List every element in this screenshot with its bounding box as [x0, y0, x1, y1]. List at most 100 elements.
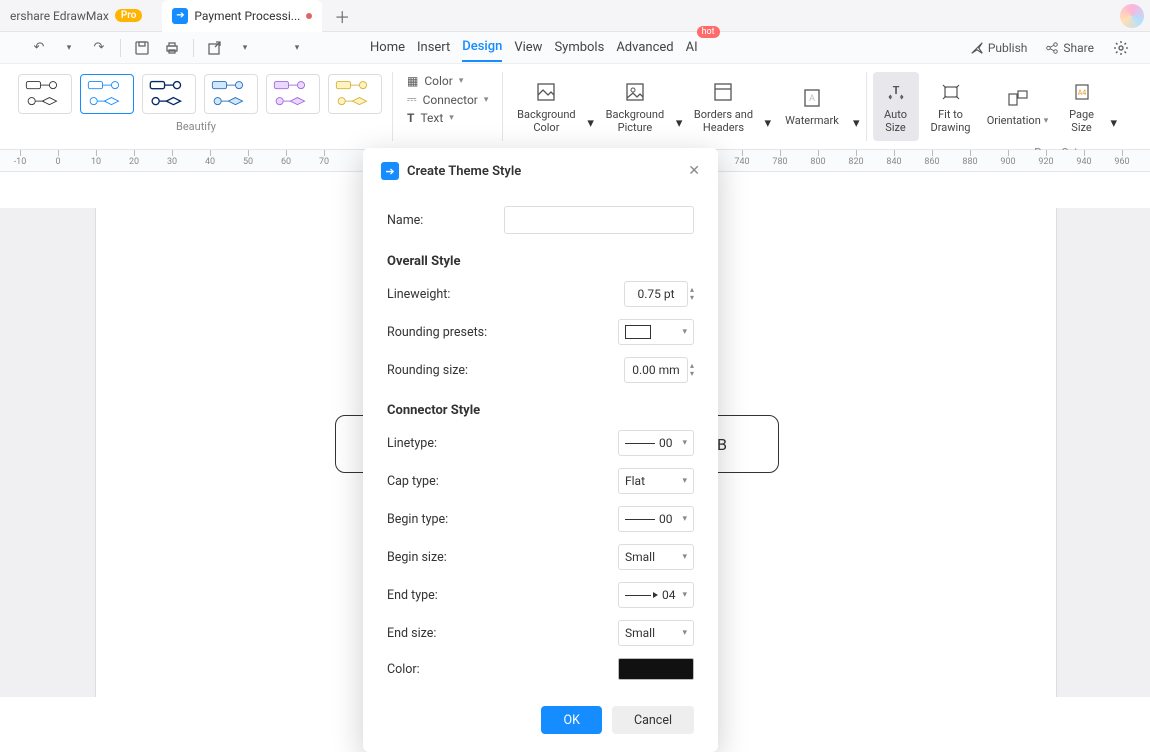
app-title-text: ershare EdrawMax	[10, 9, 109, 23]
undo-icon[interactable]: ↶	[30, 39, 48, 57]
document-tab[interactable]: Payment Processi...	[162, 0, 322, 32]
background-color-button[interactable]: Background Color	[509, 72, 583, 141]
menu-design[interactable]: Design	[462, 33, 502, 62]
cancel-button[interactable]: Cancel	[612, 706, 694, 734]
text-dropdown[interactable]: TText▾	[407, 111, 488, 125]
end-type-row: End type: 04 ▾	[387, 582, 694, 608]
connector-style-heading: Connector Style	[387, 403, 694, 418]
begin-size-select[interactable]: Small ▾	[618, 544, 694, 570]
bg-picture-label: Background Picture	[600, 108, 670, 134]
watermark-label: Watermark	[785, 114, 839, 127]
menu-ai[interactable]: AI hot	[686, 34, 698, 61]
overall-style-heading: Overall Style	[387, 254, 694, 269]
ruler-tick: 40	[195, 150, 225, 167]
line-preview-icon	[625, 519, 655, 520]
undo-more-icon[interactable]: ▾	[60, 39, 78, 57]
end-size-select[interactable]: Small ▾	[618, 620, 694, 646]
menu-advanced[interactable]: Advanced	[616, 34, 673, 61]
theme-thumb-6[interactable]	[328, 74, 382, 114]
menu-home[interactable]: Home	[370, 34, 405, 61]
cap-type-select[interactable]: Flat ▾	[618, 468, 694, 494]
watermark-more[interactable]: ▾	[853, 116, 860, 141]
cap-type-value: Flat	[625, 474, 645, 488]
orientation-button[interactable]: Orientation▾	[983, 72, 1053, 141]
page-size-more[interactable]: ▾	[1111, 116, 1118, 141]
color-swatch[interactable]	[618, 658, 694, 680]
print-icon[interactable]	[163, 39, 181, 57]
name-input[interactable]	[504, 206, 694, 234]
menubar-right: Publish Share	[970, 39, 1130, 57]
export-more-icon[interactable]: ▾	[236, 39, 254, 57]
borders-label: Borders and Headers	[688, 108, 758, 134]
background-picture-button[interactable]: Background Picture	[598, 72, 672, 141]
auto-size-label: Auto Size	[875, 108, 917, 134]
settings-icon[interactable]	[1112, 39, 1130, 57]
lineweight-value[interactable]: 0.75 pt	[624, 281, 688, 307]
ok-button[interactable]: OK	[541, 706, 601, 734]
user-avatar[interactable]	[1120, 4, 1144, 28]
connector-dropdown[interactable]: ⎓Connector▾	[407, 92, 488, 107]
begin-size-label: Begin size:	[387, 550, 618, 565]
borders-headers-button[interactable]: Borders and Headers	[686, 72, 760, 141]
qat-more-icon[interactable]: ▾	[288, 39, 306, 57]
name-label: Name:	[387, 213, 504, 228]
dialog-title: Create Theme Style	[407, 164, 680, 179]
ruler-tick: 740	[727, 150, 757, 167]
fit-drawing-button[interactable]: Fit to Drawing	[923, 72, 979, 141]
begin-size-row: Begin size: Small ▾	[387, 544, 694, 570]
shape-b-label: B	[717, 435, 727, 454]
color-label: Color:	[387, 662, 618, 677]
export-icon[interactable]	[206, 39, 224, 57]
close-button[interactable]: ✕	[688, 163, 700, 179]
bg-color-more[interactable]: ▾	[587, 116, 594, 141]
menu-view[interactable]: View	[514, 34, 542, 61]
watermark-button[interactable]: A Watermark	[775, 72, 849, 141]
pro-badge: Pro	[115, 9, 143, 22]
ruler-tick: 920	[1031, 150, 1061, 167]
menu-insert[interactable]: Insert	[417, 34, 450, 61]
ruler-tick: 800	[803, 150, 833, 167]
rounding-presets-label: Rounding presets:	[387, 325, 618, 340]
borders-icon	[711, 80, 735, 104]
theme-thumb-3[interactable]	[142, 74, 196, 114]
ruler-tick: 940	[1069, 150, 1099, 167]
end-type-select[interactable]: 04 ▾	[618, 582, 694, 608]
ruler-tick: 70	[309, 150, 339, 167]
auto-size-button[interactable]: T Auto Size	[873, 72, 919, 141]
chevron-down-icon: ▾	[682, 590, 687, 600]
page-size-button[interactable]: A4 Page Size	[1057, 72, 1107, 141]
rounding-size-spinner[interactable]: ▴▾	[690, 362, 694, 378]
borders-more[interactable]: ▾	[764, 116, 771, 141]
text-icon: T	[407, 111, 414, 125]
save-icon[interactable]	[133, 39, 151, 57]
chevron-down-icon: ▾	[682, 476, 687, 486]
orientation-label: Orientation	[987, 114, 1041, 127]
menu-symbols[interactable]: Symbols	[554, 34, 604, 61]
linetype-select[interactable]: 00 ▾	[618, 430, 694, 456]
theme-thumb-4[interactable]	[204, 74, 258, 114]
lineweight-spinner[interactable]: ▴▾	[690, 286, 694, 302]
begin-size-value: Small	[625, 550, 655, 564]
svg-text:A4: A4	[1077, 89, 1086, 97]
begin-type-select[interactable]: 00 ▾	[618, 506, 694, 532]
titlebar: ershare EdrawMax Pro Payment Processi...…	[0, 0, 1150, 32]
ruler-tick: 10	[81, 150, 111, 167]
dialog-header: Create Theme Style ✕	[363, 148, 718, 190]
design-ribbon: Beautify ▦Color▾ ⎓Connector▾ TText▾ Back…	[0, 64, 1150, 150]
new-tab-button[interactable]: ＋	[330, 4, 354, 28]
rounding-presets-select[interactable]: ▾	[618, 319, 694, 345]
spinner-down-icon[interactable]: ▾	[690, 294, 694, 302]
publish-button[interactable]: Publish	[970, 41, 1028, 55]
theme-thumb-1[interactable]	[18, 74, 72, 114]
theme-thumb-2[interactable]	[80, 74, 134, 114]
chevron-down-icon: ▾	[682, 327, 687, 337]
spinner-down-icon[interactable]: ▾	[690, 370, 694, 378]
color-dropdown[interactable]: ▦Color▾	[407, 74, 488, 88]
theme-thumb-5[interactable]	[266, 74, 320, 114]
publish-label: Publish	[988, 41, 1028, 55]
rounding-size-value[interactable]: 0.00 mm	[624, 357, 688, 383]
redo-icon[interactable]: ↷	[90, 39, 108, 57]
unsaved-dot-icon	[306, 13, 312, 19]
share-button[interactable]: Share	[1045, 41, 1094, 55]
bg-picture-more[interactable]: ▾	[676, 116, 683, 141]
